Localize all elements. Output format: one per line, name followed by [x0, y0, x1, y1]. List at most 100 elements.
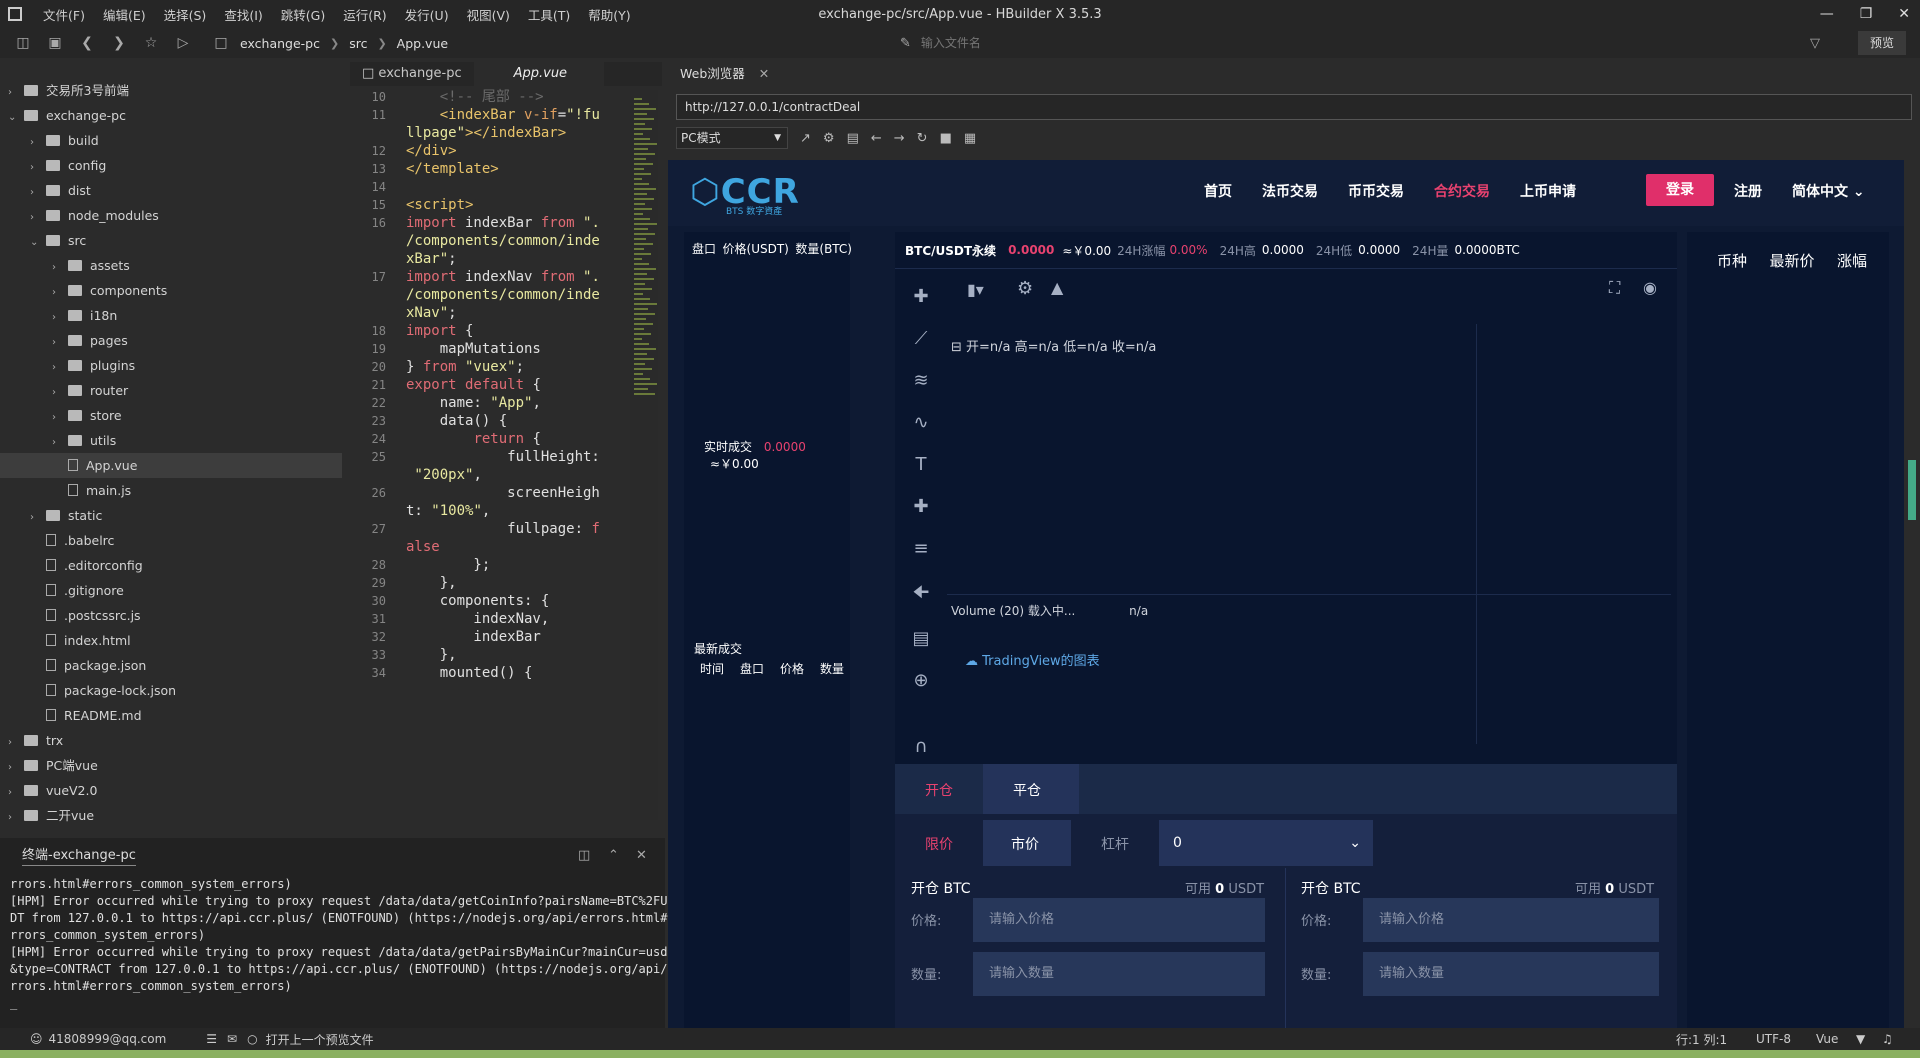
browser-scrollbar[interactable] [1904, 160, 1920, 1028]
text-tool-icon[interactable]: T [909, 454, 933, 475]
code-line[interactable]: 17 import indexNav from ". [350, 268, 662, 286]
code-line[interactable]: alse [350, 538, 662, 556]
breadcrumb-project[interactable]: exchange-pc [240, 36, 320, 51]
tree-item[interactable]: ⌄ exchange-pc [8, 103, 126, 128]
tree-item[interactable]: .editorconfig [30, 553, 143, 578]
mode-select[interactable]: PC模式 ▼ [676, 127, 788, 149]
chevron-right-icon[interactable]: › [30, 155, 46, 180]
brush-tool-icon[interactable]: ∿ [909, 412, 933, 433]
pattern-tool-icon[interactable]: ✚ [909, 496, 933, 517]
chevron-right-icon[interactable]: › [8, 80, 24, 105]
menu-edit[interactable]: 编辑(E) [94, 5, 155, 24]
terminal-title[interactable]: 终端-exchange-pc [22, 844, 136, 866]
price-input-left[interactable]: 请输入价格 [973, 898, 1265, 942]
code-line[interactable]: /components/common/inde [350, 286, 662, 304]
measure-tool-icon[interactable]: ≡ [909, 538, 933, 559]
tree-item[interactable]: index.html [30, 628, 131, 653]
chevron-right-icon[interactable]: › [8, 755, 24, 780]
leverage-select[interactable]: 0 ⌄ [1159, 820, 1373, 866]
code-line[interactable]: 26 screenHeigh [350, 484, 662, 502]
chevron-right-icon[interactable]: › [30, 505, 46, 530]
preview-button[interactable]: 预览 [1858, 31, 1906, 55]
tree-item[interactable]: › assets [52, 253, 130, 278]
price-input-right[interactable]: 请输入价格 [1363, 898, 1659, 942]
tab-project[interactable]: □ exchange-pc [350, 62, 474, 86]
list-icon[interactable]: ☰ [206, 1032, 217, 1046]
tree-item[interactable]: › node_modules [30, 203, 159, 228]
code-line[interactable]: 18 import { [350, 322, 662, 340]
nav-listing[interactable]: 上币申请 [1520, 181, 1576, 201]
bell-icon[interactable]: ♫ [1882, 1032, 1893, 1046]
tree-item[interactable]: › vueV2.0 [8, 778, 97, 803]
console-icon[interactable]: ▤ [847, 131, 859, 146]
tree-item[interactable]: README.md [30, 703, 142, 728]
save-icon[interactable]: ▣ [46, 34, 64, 52]
code-line[interactable]: 12 </div> [350, 142, 662, 160]
line-tool-icon[interactable]: ⟋ [909, 328, 933, 349]
tab-open-position[interactable]: 开仓 [925, 780, 953, 800]
tree-item[interactable]: › pages [52, 328, 128, 353]
code-line[interactable]: 29 }, [350, 574, 662, 592]
tree-item[interactable]: .babelrc [30, 528, 114, 553]
code-line[interactable]: 27 fullpage: f [350, 520, 662, 538]
tree-item[interactable]: package-lock.json [30, 678, 176, 703]
close-icon[interactable]: ✕ [1898, 6, 1910, 22]
download-icon[interactable]: ▼ [1856, 1032, 1865, 1046]
chevron-right-icon[interactable]: › [52, 305, 68, 330]
status-hint[interactable]: 打开上一个预览文件 [266, 1031, 374, 1048]
chevron-down-icon[interactable]: ⌄ [8, 105, 24, 130]
back-icon[interactable]: ❮ [78, 34, 96, 52]
code-line[interactable]: 19 mapMutations [350, 340, 662, 358]
menu-view[interactable]: 视图(V) [458, 5, 519, 24]
close-icon[interactable]: ✕ [759, 66, 769, 81]
code-line[interactable]: 23 data() { [350, 412, 662, 430]
forward-icon[interactable]: ❯ [110, 34, 128, 52]
code-line[interactable]: 21 export default { [350, 376, 662, 394]
code-line[interactable]: 20} from "vuex"; [350, 358, 662, 376]
terminal-output[interactable]: rrors.html#errors_common_system_errors) … [0, 876, 675, 1012]
fullscreen-icon[interactable]: ⛶ [1609, 278, 1620, 298]
file-search-input[interactable] [920, 36, 1421, 50]
login-button[interactable]: 登录 [1646, 174, 1714, 206]
code-line[interactable]: "200px", [350, 466, 662, 484]
code-line[interactable]: 10 <!-- 尾部 --> [350, 88, 662, 106]
lock-icon[interactable]: ■ [940, 131, 952, 146]
chevron-right-icon[interactable]: › [52, 255, 68, 280]
terminal-new-icon[interactable]: ◫ [578, 848, 590, 863]
chevron-right-icon[interactable]: › [52, 280, 68, 305]
menu-tools[interactable]: 工具(T) [519, 5, 579, 24]
order-type-market[interactable]: 市价 [1011, 834, 1039, 854]
chevron-right-icon[interactable]: › [52, 355, 68, 380]
terminal-close-icon[interactable]: ✕ [636, 848, 647, 863]
tree-item[interactable]: › plugins [52, 353, 135, 378]
code-line[interactable]: 15 <script> [350, 196, 662, 214]
menu-publish[interactable]: 发行(U) [396, 5, 458, 24]
nav-contract[interactable]: 合约交易 [1434, 181, 1490, 201]
tree-item[interactable]: ⌄ src [30, 228, 86, 253]
crosshair-icon[interactable]: ✚ [909, 286, 933, 307]
menu-help[interactable]: 帮助(Y) [579, 5, 639, 24]
tree-item[interactable]: › build [30, 128, 99, 153]
register-link[interactable]: 注册 [1734, 181, 1762, 201]
menu-run[interactable]: 运行(R) [334, 5, 395, 24]
tree-item[interactable]: › i18n [52, 303, 117, 328]
tree-item[interactable]: › router [52, 378, 128, 403]
filter-icon[interactable]: ▽ [1810, 36, 1820, 51]
terminal-collapse-icon[interactable]: ⌃ [608, 848, 619, 863]
channel-tool-icon[interactable]: ≋ [909, 370, 933, 391]
settings-icon[interactable]: ⚙ [823, 131, 835, 146]
tree-item[interactable]: main.js [52, 478, 131, 503]
run-icon[interactable]: ▷ [174, 34, 192, 52]
chevron-right-icon[interactable]: › [30, 180, 46, 205]
tree-item[interactable]: › 交易所3号前端 [8, 78, 129, 103]
chart-canvas[interactable] [947, 324, 1477, 744]
star-icon[interactable]: ☆ [142, 34, 160, 52]
tree-item[interactable]: .postcssrc.js [30, 603, 141, 628]
menu-file[interactable]: 文件(F) [34, 5, 94, 24]
tree-item[interactable]: › PC端vue [8, 753, 98, 778]
camera-icon[interactable]: ◉ [1643, 278, 1657, 297]
breadcrumb-file[interactable]: App.vue [397, 36, 448, 51]
tab-close-position[interactable]: 平仓 [1013, 780, 1041, 800]
file-encoding[interactable]: UTF-8 [1756, 1032, 1791, 1046]
qrcode-icon[interactable]: ▦ [964, 131, 976, 146]
